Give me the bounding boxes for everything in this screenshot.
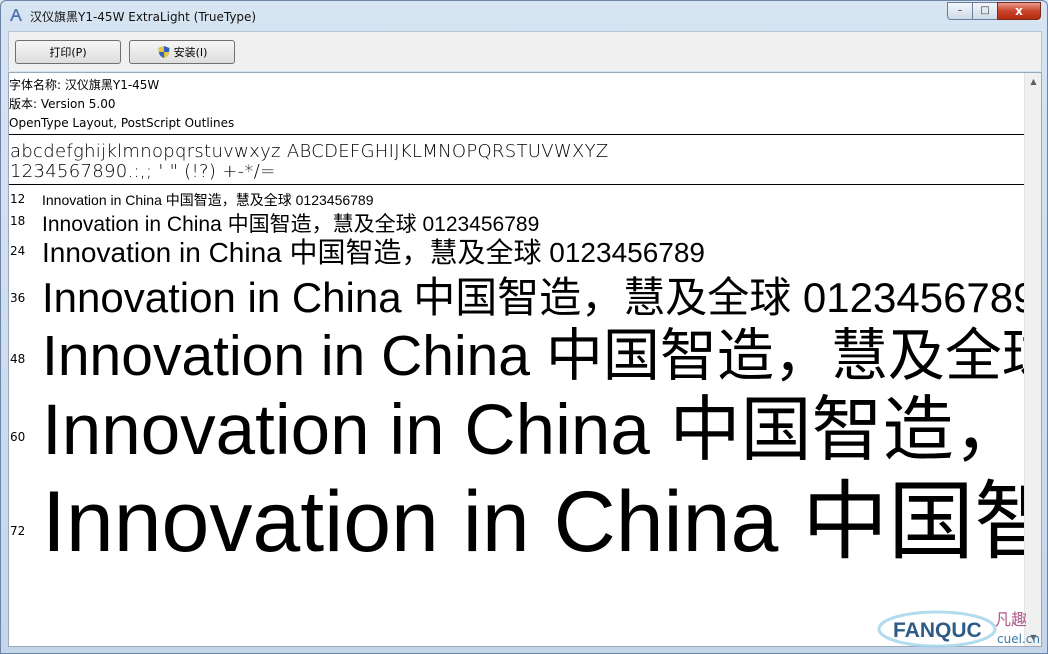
sample-text: Innovation in China 中国智造，慧及全球 0123456789 [42,192,374,208]
watermark-brand: FANQUC [893,619,982,642]
size-label: 60 [10,430,26,444]
vertical-scrollbar[interactable]: ▲ ▼ [1024,73,1041,646]
maximize-button[interactable]: □ [972,2,998,20]
close-icon: x [1015,4,1023,18]
print-button-label: 打印(P) [49,46,87,59]
watermark-logo: FANQUC 凡趣 cuel.cn [877,610,1040,648]
size-label: 18 [10,214,26,228]
title-bar[interactable]: 汉仪旗黑Y1-45W ExtraLight (TrueType) – □ x [1,1,1047,31]
watermark-domain: cuel.cn [997,632,1040,646]
font-viewer-window: 汉仪旗黑Y1-45W ExtraLight (TrueType) – □ x 打… [0,0,1048,654]
print-button[interactable]: 打印(P) [15,40,121,64]
install-button[interactable]: 安装(I) [129,40,235,64]
sample-list: 12 Innovation in China 中国智造，慧及全球 0123456… [9,73,1025,646]
toolbar: 打印(P) 安装(I) [8,31,1042,71]
font-preview-pane[interactable]: 字体名称: 汉仪旗黑Y1-45W 版本: Version 5.00 OpenTy… [8,72,1042,647]
install-button-label: 安装(I) [173,46,208,59]
size-label: 24 [10,244,26,258]
caption-buttons: – □ x [947,2,1041,20]
uac-shield-icon [158,46,170,58]
scroll-up-icon[interactable]: ▲ [1025,73,1041,90]
close-button[interactable]: x [997,2,1041,20]
window-title: 汉仪旗黑Y1-45W ExtraLight (TrueType) [30,10,257,24]
maximize-icon: □ [980,5,990,16]
size-label: 72 [10,524,26,538]
minimize-button[interactable]: – [947,2,973,20]
watermark-chinese: 凡趣 [995,610,1027,629]
size-label: 48 [10,352,26,366]
minimize-icon: – [957,5,963,16]
sample-text: Innovation in China 中国智造，慧及全球 0123456789 [42,474,1025,570]
size-label: 36 [10,291,26,305]
size-label: 12 [10,192,26,206]
font-app-icon [10,9,22,21]
